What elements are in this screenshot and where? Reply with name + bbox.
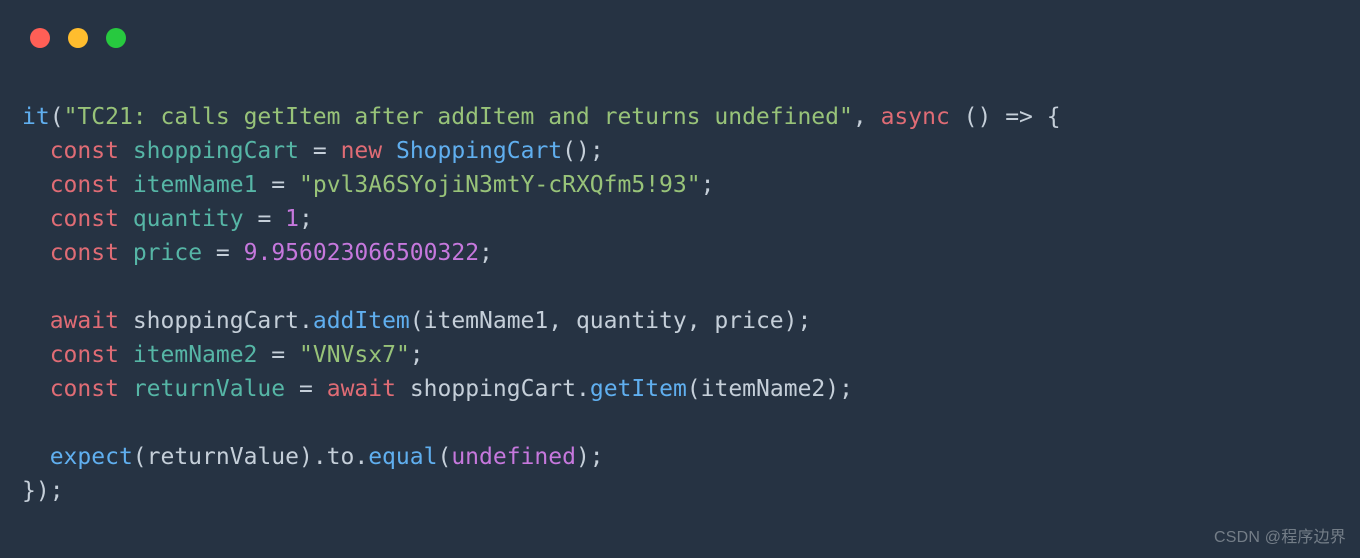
semi: ; xyxy=(410,342,424,368)
obj-shoppingCart: shoppingCart xyxy=(133,308,299,334)
op-eq: = xyxy=(299,376,313,402)
args-addItem: (itemName1, quantity, price); xyxy=(410,308,812,334)
var-itemName1: itemName1 xyxy=(133,172,258,198)
method-equal: equal xyxy=(368,444,437,470)
var-shoppingCart: shoppingCart xyxy=(133,138,299,164)
fn-expect: expect xyxy=(50,444,133,470)
chain-to: .to. xyxy=(313,444,368,470)
op-eq: = xyxy=(257,206,271,232)
zoom-icon[interactable] xyxy=(106,28,126,48)
kw-const: const xyxy=(50,342,119,368)
var-returnValue: returnValue xyxy=(133,376,285,402)
method-getItem: getItem xyxy=(590,376,687,402)
dot: . xyxy=(576,376,590,402)
op-eq: = xyxy=(313,138,327,164)
paren-close: ); xyxy=(576,444,604,470)
op-eq: = xyxy=(271,172,285,198)
watermark: CSDN @程序边界 xyxy=(1214,526,1346,550)
expect-arg: (returnValue) xyxy=(133,444,313,470)
minimize-icon[interactable] xyxy=(68,28,88,48)
test-title-string: "TC21: calls getItem after addItem and r… xyxy=(64,104,853,130)
kw-async: async xyxy=(881,104,950,130)
kw-await: await xyxy=(327,376,396,402)
block-close: }); xyxy=(22,478,64,504)
semi: ; xyxy=(701,172,715,198)
code-block: it("TC21: calls getItem after addItem an… xyxy=(22,100,1061,508)
args-getItem: (itemName2); xyxy=(687,376,853,402)
kw-const: const xyxy=(50,138,119,164)
semi: ; xyxy=(299,206,313,232)
var-price: price xyxy=(133,240,202,266)
close-icon[interactable] xyxy=(30,28,50,48)
kw-const: const xyxy=(50,376,119,402)
kw-const: const xyxy=(50,206,119,232)
dot: . xyxy=(299,308,313,334)
num-price: 9.956023066500322 xyxy=(244,240,479,266)
op-eq: = xyxy=(216,240,230,266)
num-quantity: 1 xyxy=(285,206,299,232)
var-quantity: quantity xyxy=(133,206,244,232)
code-window: it("TC21: calls getItem after addItem an… xyxy=(0,0,1360,558)
paren-open: ( xyxy=(437,444,451,470)
paren: ( xyxy=(50,104,64,130)
window-controls xyxy=(30,28,126,48)
literal-undefined: undefined xyxy=(451,444,576,470)
kw-const: const xyxy=(50,172,119,198)
ctor-tail: (); xyxy=(562,138,604,164)
ctor-ShoppingCart: ShoppingCart xyxy=(396,138,562,164)
op-eq: = xyxy=(271,342,285,368)
method-addItem: addItem xyxy=(313,308,410,334)
var-itemName2: itemName2 xyxy=(133,342,258,368)
kw-await: await xyxy=(50,308,119,334)
str-itemName2: "VNVsx7" xyxy=(299,342,410,368)
arrow-params xyxy=(950,104,964,130)
semi: ; xyxy=(479,240,493,266)
comma: , xyxy=(853,104,881,130)
str-itemName1: "pvl3A6SYojiN3mtY-cRXQfm5!93" xyxy=(299,172,701,198)
arrow: () => { xyxy=(964,104,1061,130)
fn-it: it xyxy=(22,104,50,130)
kw-const: const xyxy=(50,240,119,266)
kw-new: new xyxy=(341,138,383,164)
obj-shoppingCart: shoppingCart xyxy=(410,376,576,402)
